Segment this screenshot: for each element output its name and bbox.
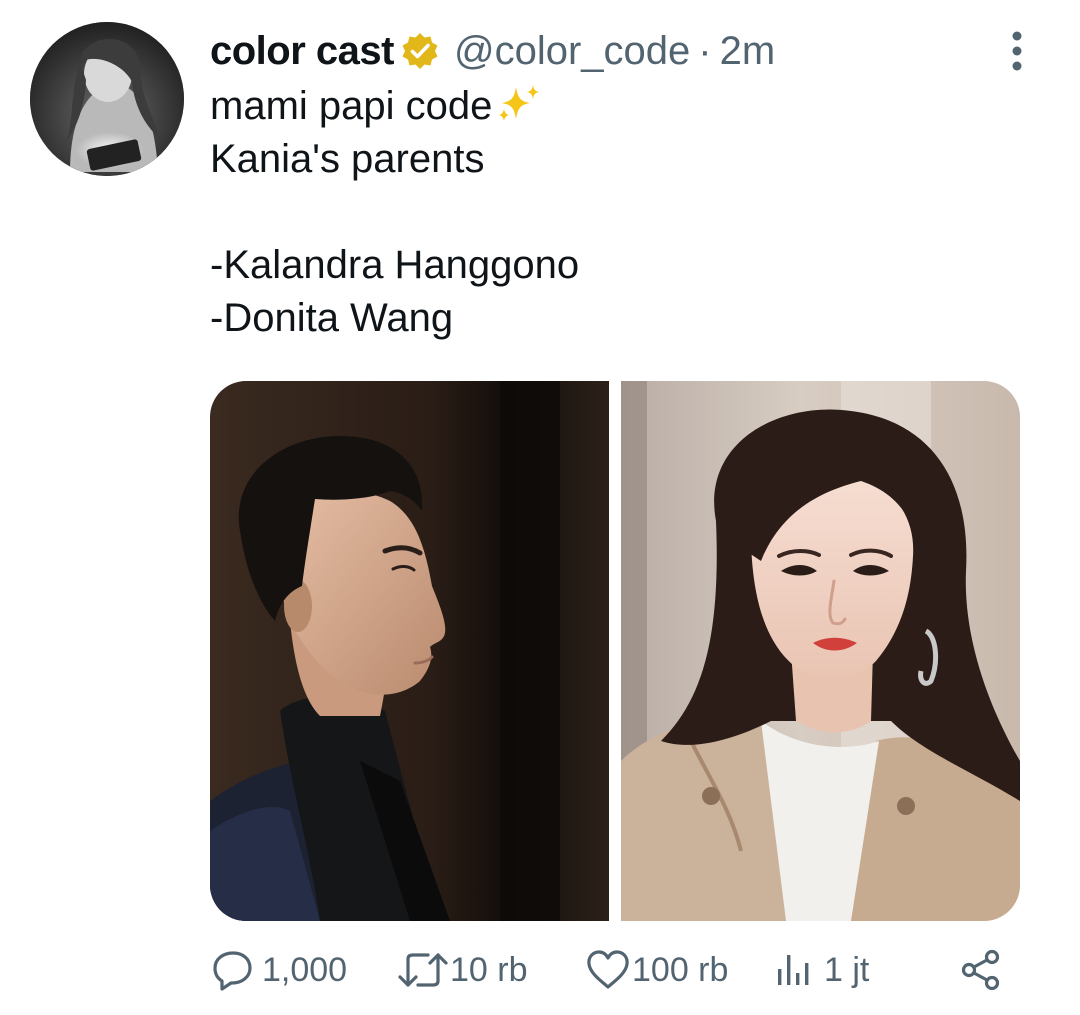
display-name[interactable]: color cast <box>210 29 394 74</box>
separator-dot: · <box>698 28 712 73</box>
views-button[interactable]: 1 jt <box>772 945 869 995</box>
reply-button[interactable]: 1,000 <box>210 945 347 995</box>
tweet-header: color cast @color_code · 2m <box>210 26 775 76</box>
verified-badge-icon[interactable] <box>400 31 440 71</box>
tweet[interactable]: color cast @color_code · 2m mami papi co… <box>0 0 1080 1015</box>
retweet-count: 10 rb <box>450 950 528 989</box>
views-chart-icon <box>778 955 809 985</box>
media-photo-2[interactable] <box>621 381 1020 921</box>
reply-count: 1,000 <box>262 950 348 989</box>
sparkles-emoji-icon <box>499 85 540 121</box>
photo-man-profile-icon <box>210 381 609 921</box>
tweet-text-line-2: Kania's parents <box>210 137 485 181</box>
tweet-text-line-4: -Kalandra Hanggono <box>210 243 580 287</box>
tweet-text-line-1: mami papi code <box>210 80 579 133</box>
views-count: 1 jt <box>824 950 870 989</box>
like-count: 100 rb <box>632 950 729 989</box>
retweet-icon <box>398 953 448 987</box>
heart-icon <box>587 950 629 989</box>
author-handle[interactable]: @color_code <box>454 29 690 74</box>
tweet-text: mami papi code Kania's parents -Kalandra… <box>210 80 579 345</box>
share-button[interactable] <box>958 945 1004 995</box>
share-icon <box>961 949 1000 991</box>
tweet-text-line-1-text: mami papi code <box>210 84 493 128</box>
reply-icon <box>213 951 252 991</box>
tweet-text-line-5: -Donita Wang <box>210 296 454 340</box>
media-photo-1[interactable] <box>210 381 609 921</box>
media-divider <box>609 381 621 921</box>
more-options-icon[interactable] <box>1002 30 1032 72</box>
tweet-text-line-3 <box>210 186 579 239</box>
media-grid <box>210 381 1020 921</box>
retweet-button[interactable]: 10 rb <box>396 945 528 995</box>
avatar[interactable] <box>30 22 184 176</box>
photo-woman-portrait-icon <box>621 381 1020 921</box>
like-button[interactable]: 100 rb <box>584 945 728 995</box>
action-bar: 1,000 10 rb 100 rb 1 jt <box>210 945 1020 995</box>
avatar-image <box>30 22 184 176</box>
timestamp[interactable]: 2m <box>720 29 776 74</box>
